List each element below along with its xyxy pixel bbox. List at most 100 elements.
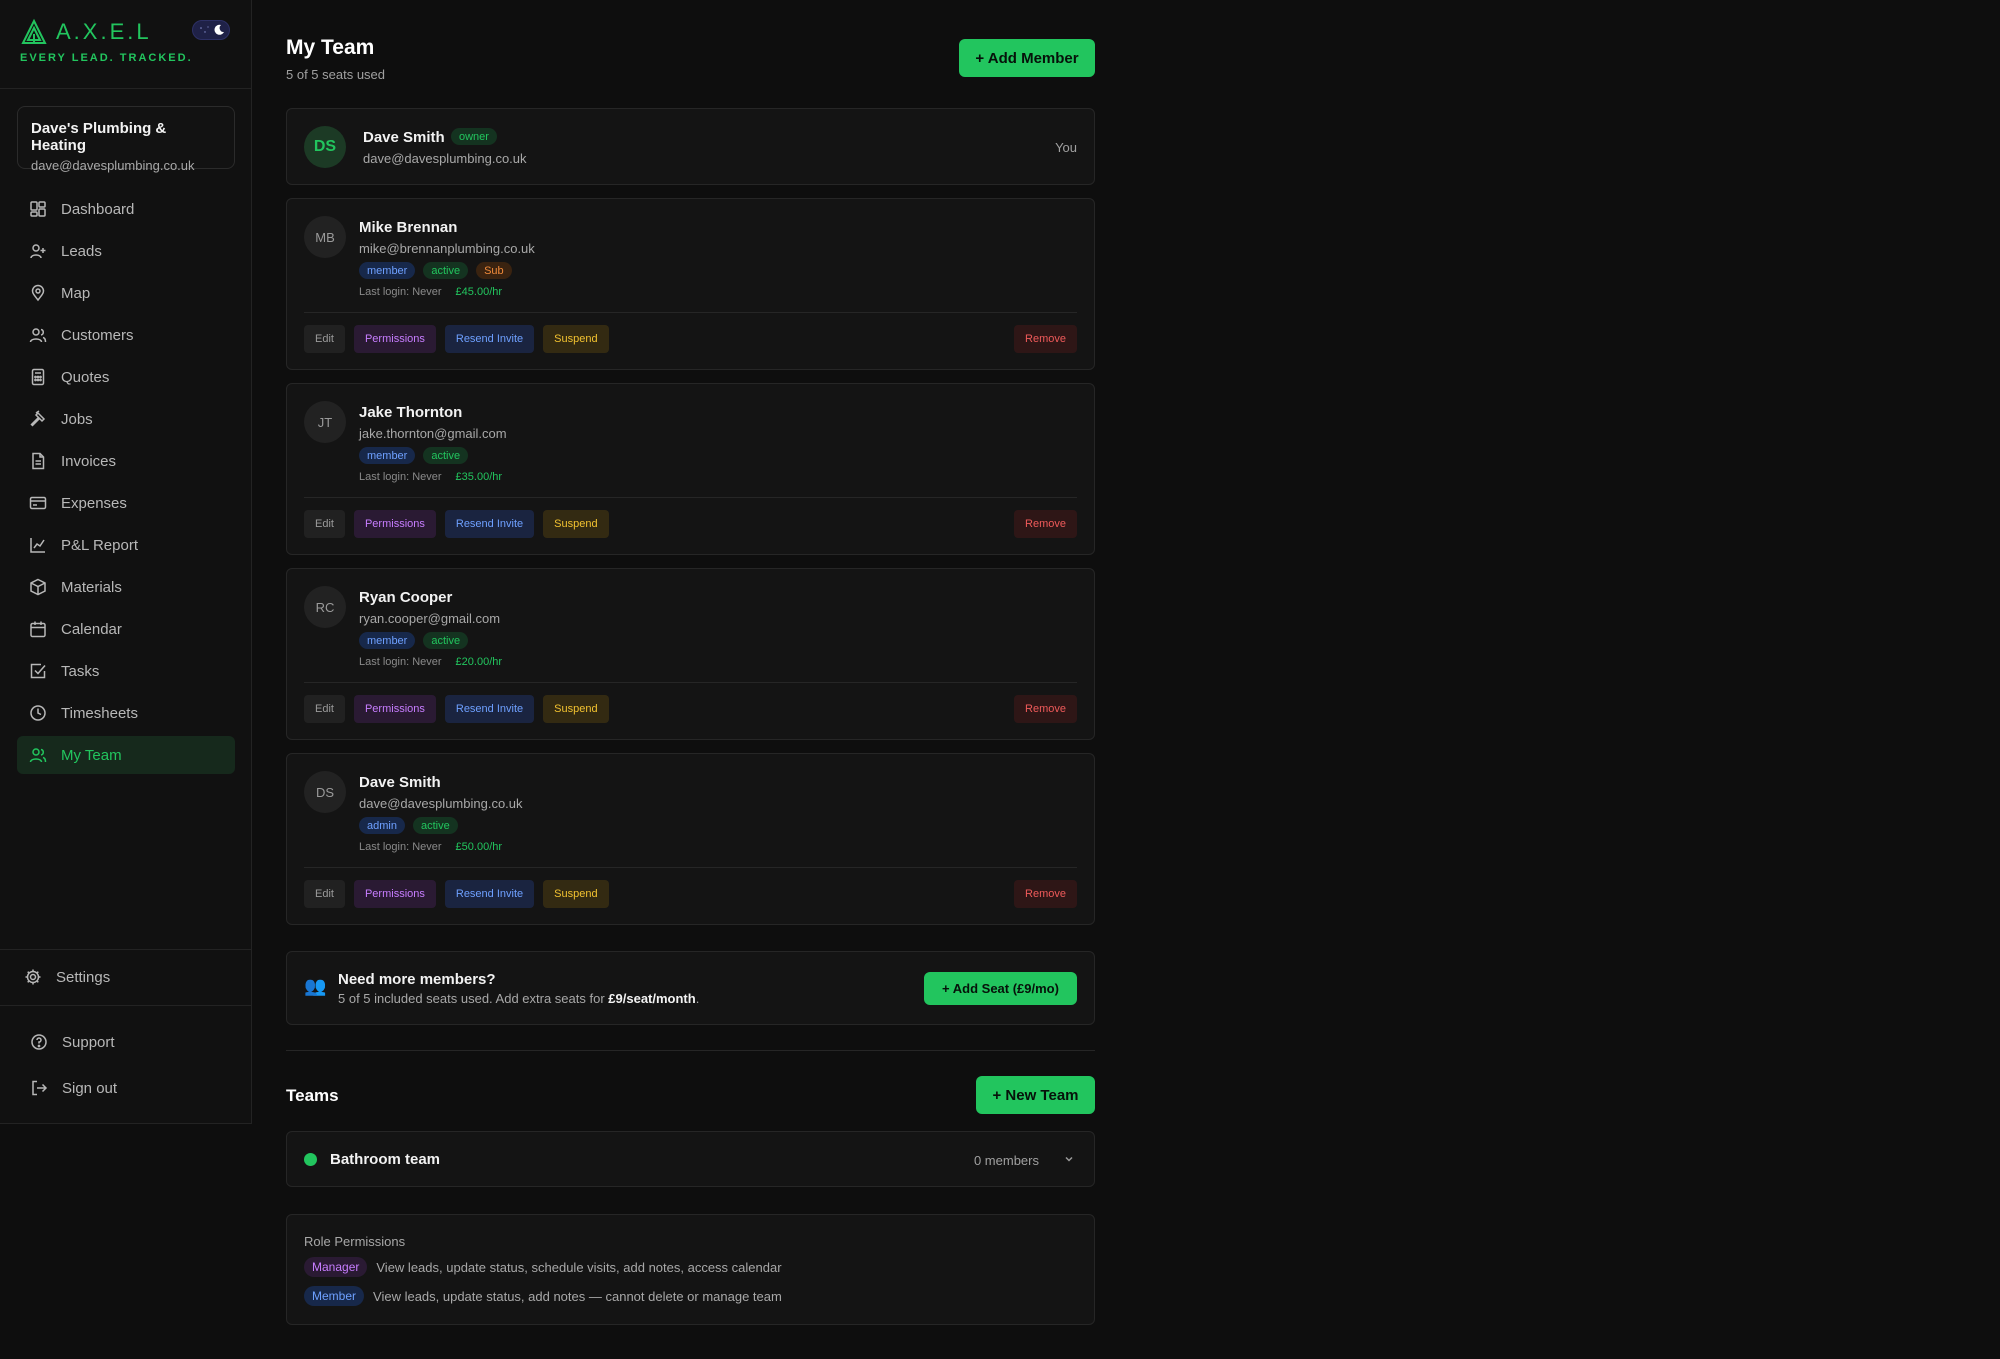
member-name: Jake Thornton <box>359 404 463 421</box>
resend-invite-button[interactable]: Resend Invite <box>444 880 535 908</box>
brand-name: A.X.E.L <box>56 19 152 44</box>
sidebar-divider <box>0 949 251 950</box>
team-row[interactable]: Bathroom team 0 members <box>286 1131 1095 1187</box>
member-badges: member active Sub <box>359 262 512 279</box>
permissions-button[interactable]: Permissions <box>353 880 436 908</box>
avatar: MB <box>304 216 346 258</box>
remove-button[interactable]: Remove <box>1014 695 1077 723</box>
sidebar-item-label: Jobs <box>61 410 93 428</box>
edit-button[interactable]: Edit <box>304 510 345 538</box>
card-divider <box>304 867 1077 868</box>
company-card[interactable]: Dave's Plumbing & Heating dave@davesplum… <box>17 106 235 173</box>
sidebar-item-map[interactable]: Map <box>17 274 235 312</box>
axel-logo-icon <box>21 18 47 44</box>
last-login: Last login: Never <box>359 656 442 668</box>
status-badge: active <box>423 447 469 464</box>
member-email: dave@davesplumbing.co.uk <box>363 151 527 166</box>
hourly-rate: £45.00/hr <box>455 286 503 298</box>
role-permission-row: Member View leads, update status, add no… <box>304 1286 782 1306</box>
seats-title: Need more members? <box>338 971 496 988</box>
new-team-button[interactable]: + New Team <box>976 1076 1095 1114</box>
sidebar-item-materials[interactable]: Materials <box>17 568 235 606</box>
status-badge: active <box>423 262 469 279</box>
manager-badge: Manager <box>304 1257 368 1277</box>
member-card: MB Mike Brennan mike@brennanplumbing.co.… <box>286 198 1095 370</box>
edit-button[interactable]: Edit <box>304 880 345 908</box>
dashboard-icon <box>30 201 46 217</box>
calendar-icon <box>30 621 46 638</box>
add-seat-button[interactable]: + Add Seat (£9/mo) <box>924 972 1077 1005</box>
team-name: Bathroom team <box>330 1151 441 1168</box>
clock-icon <box>30 705 46 721</box>
role-description: View leads, update status, add notes — c… <box>373 1288 782 1304</box>
sidebar-item-my-team[interactable]: My Team <box>17 736 235 774</box>
member-badges: admin active <box>359 817 458 834</box>
sidebar-item-calendar[interactable]: Calendar <box>17 610 235 648</box>
sidebar-item-timesheets[interactable]: Timesheets <box>17 694 235 732</box>
member-actions: Edit Permissions Resend Invite Suspend <box>304 325 609 353</box>
hourly-rate: £20.00/hr <box>455 656 503 668</box>
sidebar-item-quotes[interactable]: Quotes <box>17 358 235 396</box>
edit-button[interactable]: Edit <box>304 325 345 353</box>
sidebar-item-jobs[interactable]: Jobs <box>17 400 235 438</box>
avatar: DS <box>304 771 346 813</box>
theme-toggle[interactable] <box>192 20 230 40</box>
sidebar-item-invoices[interactable]: Invoices <box>17 442 235 480</box>
member-email: dave@davesplumbing.co.uk <box>359 796 523 811</box>
member-name: Dave Smith <box>359 774 441 791</box>
member-badges: member active <box>359 632 469 649</box>
sidebar-item-dashboard[interactable]: Dashboard <box>17 190 235 228</box>
owner-badges: owner <box>451 128 497 145</box>
permissions-button[interactable]: Permissions <box>353 325 436 353</box>
sidebar-item-label: P&L Report <box>61 536 138 554</box>
sidebar-item-support[interactable]: Support <box>30 1033 115 1051</box>
sidebar-item-leads[interactable]: Leads <box>17 232 235 270</box>
sidebar-divider <box>0 88 251 89</box>
signout-label: Sign out <box>62 1079 118 1097</box>
last-login: Last login: Never <box>359 841 442 853</box>
resend-invite-button[interactable]: Resend Invite <box>444 510 535 538</box>
member-name: Mike Brennan <box>359 219 458 236</box>
suspend-button[interactable]: Suspend <box>543 880 609 908</box>
settings-label: Settings <box>56 968 111 986</box>
moon-icon <box>214 24 224 35</box>
seats-desc-text: 5 of 5 included seats used. Add extra se… <box>338 991 609 1006</box>
gear-icon <box>25 969 41 985</box>
member-meta: Last login: Never £35.00/hr <box>359 471 502 483</box>
suspend-button[interactable]: Suspend <box>543 510 609 538</box>
sidebar-item-expenses[interactable]: Expenses <box>17 484 235 522</box>
sidebar-item-tasks[interactable]: Tasks <box>17 652 235 690</box>
brand[interactable]: A.X.E.L EVERY LEAD. TRACKED. <box>20 18 193 64</box>
member-meta: Last login: Never £45.00/hr <box>359 286 502 298</box>
edit-button[interactable]: Edit <box>304 695 345 723</box>
permissions-button[interactable]: Permissions <box>353 510 436 538</box>
remove-button[interactable]: Remove <box>1014 510 1077 538</box>
remove-button[interactable]: Remove <box>1014 325 1077 353</box>
sidebar-item-label: Materials <box>61 578 122 596</box>
member-actions: Edit Permissions Resend Invite Suspend <box>304 880 609 908</box>
permissions-button[interactable]: Permissions <box>353 695 436 723</box>
teams-heading: Teams <box>286 1086 339 1105</box>
brand-tagline: EVERY LEAD. TRACKED. <box>20 52 193 64</box>
team-color-dot <box>304 1153 317 1166</box>
sidebar-item-settings[interactable]: Settings <box>24 968 110 986</box>
resend-invite-button[interactable]: Resend Invite <box>444 695 535 723</box>
remove-button[interactable]: Remove <box>1014 880 1077 908</box>
last-login: Last login: Never <box>359 286 442 298</box>
add-member-button[interactable]: + Add Member <box>959 39 1095 77</box>
sidebar-item-signout[interactable]: Sign out <box>30 1079 117 1097</box>
sidebar-item-customers[interactable]: Customers <box>17 316 235 354</box>
sidebar-item-pl-report[interactable]: P&L Report <box>17 526 235 564</box>
avatar: DS <box>304 126 346 168</box>
sidebar-item-label: Dashboard <box>61 200 135 218</box>
suspend-button[interactable]: Suspend <box>543 695 609 723</box>
sidebar-item-label: Timesheets <box>61 704 138 722</box>
member-meta: Last login: Never £50.00/hr <box>359 841 502 853</box>
resend-invite-button[interactable]: Resend Invite <box>444 325 535 353</box>
suspend-button[interactable]: Suspend <box>543 325 609 353</box>
help-circle-icon <box>31 1034 47 1050</box>
status-badge: active <box>423 632 469 649</box>
chevron-down-icon[interactable] <box>1062 1152 1076 1166</box>
member-card: DS Dave Smith dave@davesplumbing.co.uk a… <box>286 753 1095 925</box>
last-login: Last login: Never <box>359 471 442 483</box>
